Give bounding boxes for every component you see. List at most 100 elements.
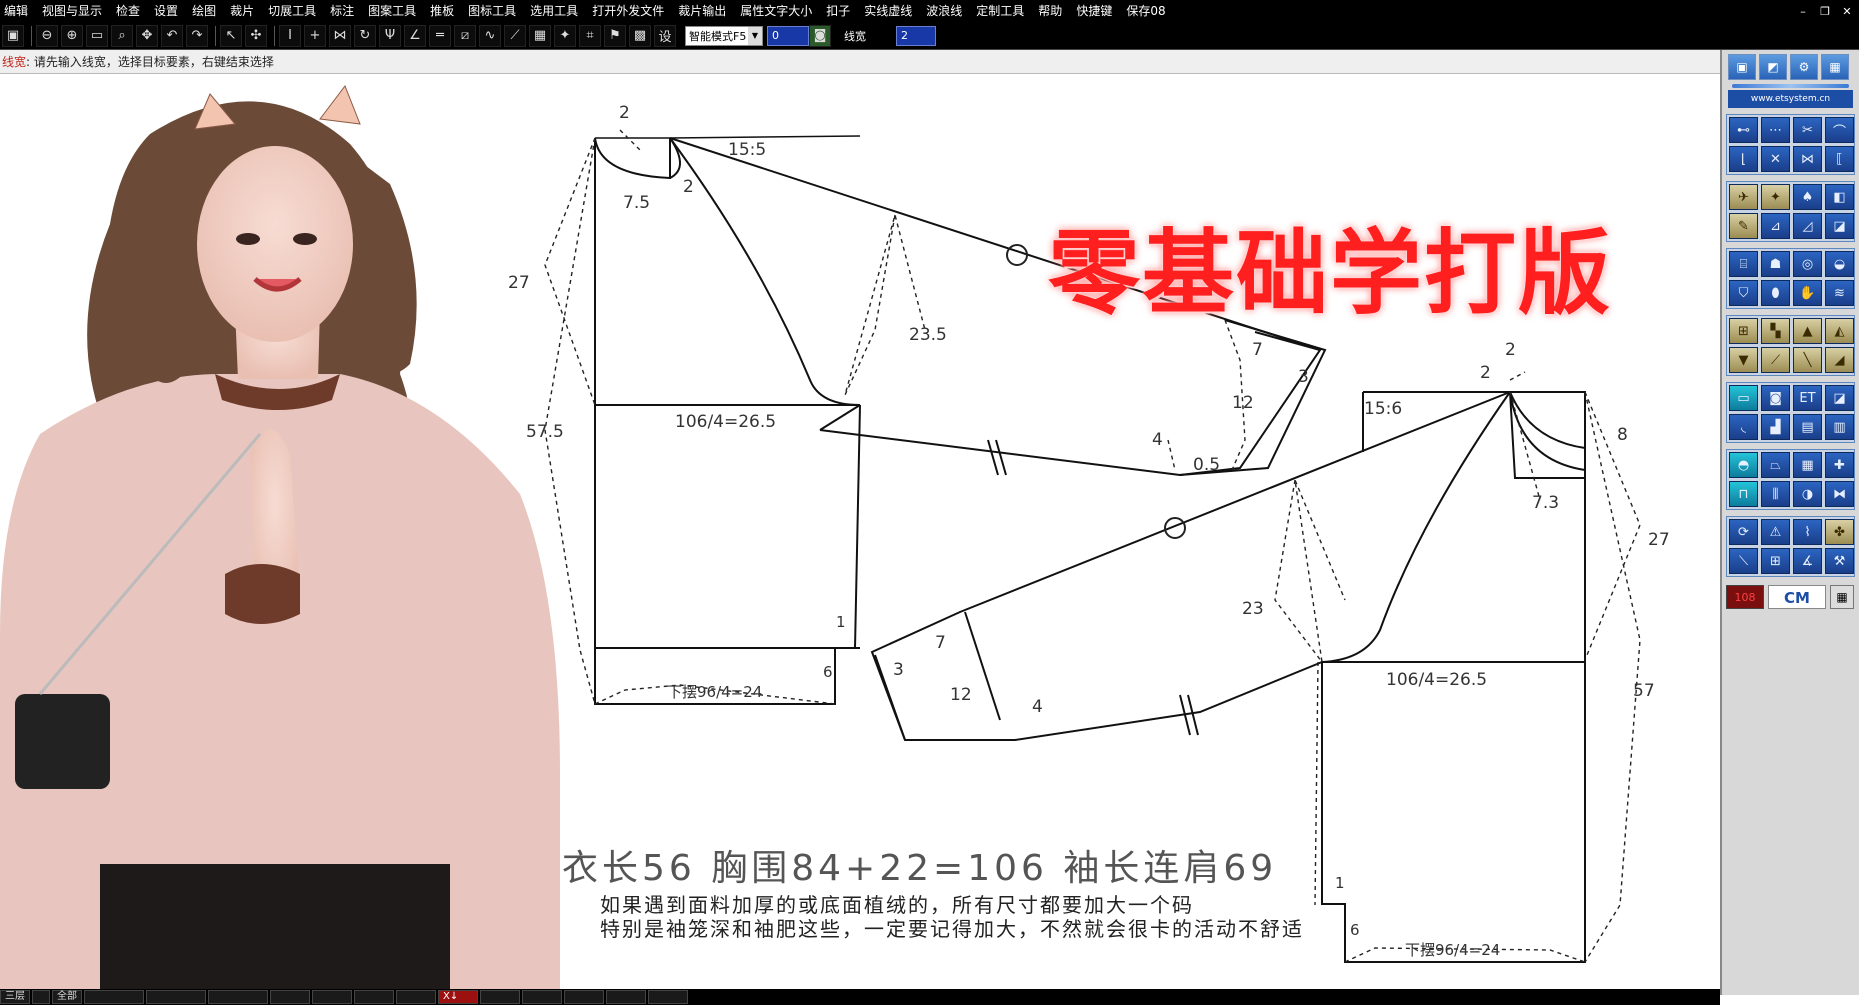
unit-cm-button[interactable]: CM xyxy=(1768,585,1826,609)
value-field[interactable]: 0 xyxy=(767,25,809,46)
fork-icon[interactable]: Ψ xyxy=(379,24,401,47)
glove-icon[interactable]: ✋ xyxy=(1793,280,1822,306)
menu-buttons[interactable]: 扣子 xyxy=(826,0,850,22)
piece-icon[interactable]: ▩ xyxy=(629,24,651,47)
menu-view[interactable]: 视图与显示 xyxy=(42,0,102,22)
status-cell[interactable] xyxy=(208,990,268,1004)
menu-pattern-tools[interactable]: 图案工具 xyxy=(368,0,416,22)
corner-icon[interactable]: ⌊ xyxy=(1729,146,1758,172)
bucket-icon[interactable]: ⛉ xyxy=(1729,280,1758,306)
line-width-field[interactable]: 2 xyxy=(896,25,936,46)
skirt-icon[interactable]: ⏢ xyxy=(1761,452,1790,478)
disk-icon[interactable]: ◙ xyxy=(1761,385,1790,411)
ruler-icon[interactable]: ⊞ xyxy=(1729,318,1758,344)
menu-settings[interactable]: 设置 xyxy=(154,0,178,22)
status-cell[interactable] xyxy=(522,990,562,1004)
cone-icon[interactable]: ▼ xyxy=(1729,347,1758,373)
settings-shortcut[interactable]: 设 xyxy=(654,24,676,47)
shirt-icon[interactable]: ♠ xyxy=(1793,184,1822,210)
line-tool-icon[interactable]: ⟍ xyxy=(1729,548,1758,574)
table-icon[interactable]: ⊞ xyxy=(1761,548,1790,574)
triangle-icon[interactable]: ▲ xyxy=(1793,318,1822,344)
menu-wavy-line[interactable]: 波浪线 xyxy=(926,0,962,22)
parallel-icon[interactable]: ═ xyxy=(429,24,451,47)
status-cell[interactable] xyxy=(270,990,310,1004)
menu-edit[interactable]: 编辑 xyxy=(4,0,28,22)
button-icon[interactable]: ◑ xyxy=(1793,481,1822,507)
wedge-icon[interactable]: ◭ xyxy=(1825,318,1854,344)
wave-icon[interactable]: ≋ xyxy=(1825,280,1854,306)
hat-icon[interactable]: ◓ xyxy=(1729,452,1758,478)
bracket-icon[interactable]: ⟦ xyxy=(1825,146,1854,172)
menu-pieces[interactable]: 裁片 xyxy=(230,0,254,22)
menu-draw[interactable]: 绘图 xyxy=(192,0,216,22)
menu-open-external[interactable]: 打开外发文件 xyxy=(592,0,664,22)
panel-icon[interactable]: ▦ xyxy=(1793,452,1822,478)
status-cell[interactable] xyxy=(312,990,352,1004)
pan-icon[interactable]: ✥ xyxy=(136,24,158,47)
slope-tool-icon[interactable]: ◢ xyxy=(1825,347,1854,373)
status-cell[interactable]: 三层 xyxy=(0,990,30,1004)
chart-tool-icon[interactable]: ▟ xyxy=(1761,414,1790,440)
color-icon[interactable]: ▦ xyxy=(529,24,551,47)
align-icon[interactable]: I xyxy=(279,24,301,47)
size-badge[interactable]: 108 xyxy=(1726,585,1764,609)
arc-icon[interactable]: ⌒ xyxy=(1825,117,1854,143)
menu-icon-tools[interactable]: 图标工具 xyxy=(468,0,516,22)
status-cell[interactable] xyxy=(648,990,688,1004)
menu-help[interactable]: 帮助 xyxy=(1038,0,1062,22)
status-cell[interactable] xyxy=(354,990,394,1004)
warning-icon[interactable]: ⚠ xyxy=(1761,519,1790,545)
window-icon[interactable]: ▣ xyxy=(1728,54,1756,80)
seam-icon[interactable]: ◟ xyxy=(1729,414,1758,440)
curve-icon[interactable]: ∿ xyxy=(479,24,501,47)
plus-icon[interactable]: ✚ xyxy=(1825,452,1854,478)
stitch-icon[interactable]: ⋯ xyxy=(1761,117,1790,143)
save-icon[interactable]: ▣ xyxy=(2,24,24,47)
monitor-icon[interactable]: ▭ xyxy=(1729,385,1758,411)
move-icon[interactable]: ✣ xyxy=(245,24,267,47)
tape-measure-icon[interactable]: ⊷ xyxy=(1729,117,1758,143)
mirror-icon[interactable]: ⋈ xyxy=(329,24,351,47)
puzzle-icon[interactable]: ✤ xyxy=(1825,519,1854,545)
confirm-icon[interactable]: ◙ xyxy=(809,24,831,47)
mode-select[interactable]: 智能模式F5 ▼ xyxy=(685,25,763,46)
status-cell-active[interactable]: X↓ xyxy=(438,990,478,1004)
et-icon[interactable]: ET xyxy=(1793,385,1822,411)
angle-tool-icon[interactable]: ∡ xyxy=(1793,548,1822,574)
star-icon[interactable]: ✦ xyxy=(554,24,576,47)
plane-icon[interactable]: ✈ xyxy=(1729,184,1758,210)
flag-icon[interactable]: ⚑ xyxy=(604,24,626,47)
scissors-icon[interactable]: ✂ xyxy=(1793,117,1822,143)
sewing-machine-icon[interactable]: ⌸ xyxy=(1729,251,1758,277)
status-cell[interactable] xyxy=(396,990,436,1004)
spiral-icon[interactable]: ◎ xyxy=(1793,251,1822,277)
status-cell[interactable] xyxy=(606,990,646,1004)
fold-icon[interactable]: ◪ xyxy=(1825,213,1854,239)
menu-annotate[interactable]: 标注 xyxy=(330,0,354,22)
tape-icon[interactable]: ⌇ xyxy=(1793,519,1822,545)
status-cell[interactable]: 全部 xyxy=(52,990,82,1004)
doc-icon[interactable]: ▤ xyxy=(1793,414,1822,440)
pocket-icon[interactable]: ⊓ xyxy=(1729,481,1758,507)
menu-solid-dashed[interactable]: 实线虚线 xyxy=(864,0,912,22)
zoom-in-icon[interactable]: ⊕ xyxy=(61,24,83,47)
restore-icon[interactable]: ❐ xyxy=(1817,5,1833,18)
gear-icon[interactable]: ⚙ xyxy=(1790,54,1818,80)
menu-slash-spread[interactable]: 切展工具 xyxy=(268,0,316,22)
pleat-icon[interactable]: ⫼ xyxy=(1761,481,1790,507)
zoom-out-icon[interactable]: ⊖ xyxy=(36,24,58,47)
menu-piece-output[interactable]: 裁片输出 xyxy=(678,0,726,22)
dart-icon[interactable]: ⋈ xyxy=(1793,146,1822,172)
sack-icon[interactable]: ◒ xyxy=(1825,251,1854,277)
fit-window-icon[interactable]: ▭ xyxy=(86,24,108,47)
hatch-icon[interactable]: ⧄ xyxy=(454,24,476,47)
angle-icon[interactable]: ∠ xyxy=(404,24,426,47)
menu-select-tools[interactable]: 选用工具 xyxy=(530,0,578,22)
grid-icon[interactable]: ▦ xyxy=(1821,54,1849,80)
status-cell[interactable] xyxy=(146,990,206,1004)
menu-text-size[interactable]: 属性文字大小 xyxy=(740,0,812,22)
status-cell[interactable] xyxy=(480,990,520,1004)
menu-check[interactable]: 检查 xyxy=(116,0,140,22)
pin-icon[interactable]: ✦ xyxy=(1761,184,1790,210)
